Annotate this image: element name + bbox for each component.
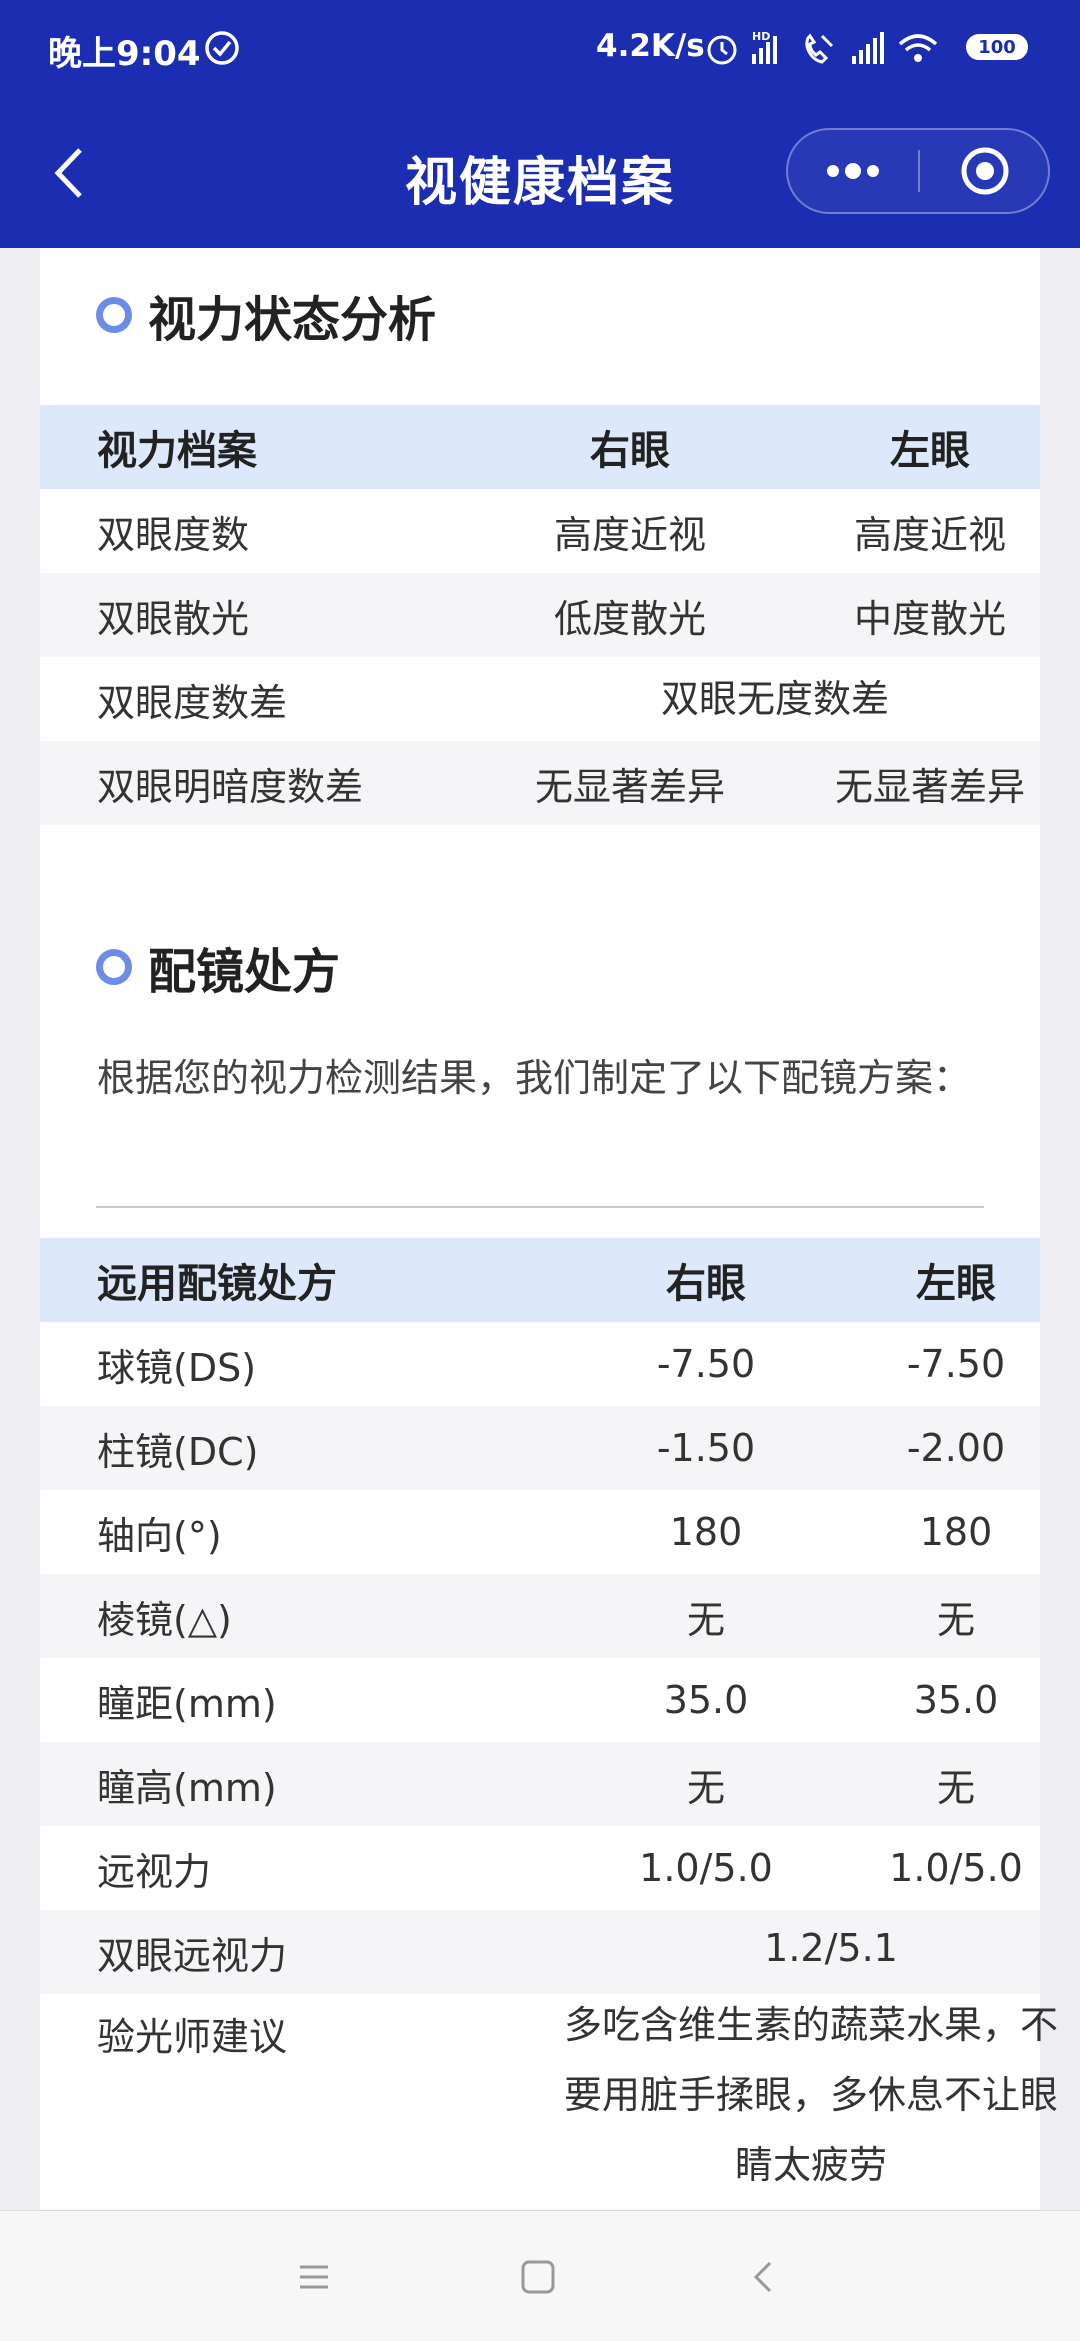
wifi-icon xyxy=(898,34,938,62)
status-time: 晚上9:04 xyxy=(48,34,201,74)
table-header-row: 远用配镜处方 右眼 左眼 xyxy=(40,1238,1040,1322)
header-cell: 右眼 xyxy=(590,428,670,474)
row-label: 双眼散光 xyxy=(97,596,250,641)
left-eye-value: 1.0/5.0 xyxy=(889,1846,1023,1890)
table-row: 瞳距(mm) 35.0 35.0 xyxy=(40,1658,1040,1742)
nav-bar: 视健康档案 xyxy=(0,98,1080,248)
back-chevron-icon[interactable] xyxy=(742,2255,786,2299)
prescription-intro: 根据您的视力检测结果，我们制定了以下配镜方案： xyxy=(97,1056,972,1100)
advice-text: 多吃含维生素的蔬菜水果，不要用脏手揉眼，多休息不让眼睛太疲劳 xyxy=(563,2003,1058,2187)
header-cell: 左眼 xyxy=(916,1261,996,1307)
left-eye-value: 无 xyxy=(936,1765,975,1810)
left-eye-value: -7.50 xyxy=(906,1342,1006,1386)
right-eye-value: 高度近视 xyxy=(553,512,706,557)
left-eye-value: 无显著差异 xyxy=(834,764,1025,809)
right-eye-value: 无显著差异 xyxy=(534,764,725,809)
table-row: 轴向(°) 180 180 xyxy=(40,1490,1040,1574)
net-speed: 4.2K/s xyxy=(596,28,705,64)
left-eye-value: 中度散光 xyxy=(853,596,1006,641)
hd-signal-icon: HD xyxy=(752,30,777,64)
table-row: 双眼远视力 1.2/5.1 xyxy=(40,1910,1040,1994)
svg-text:HD: HD xyxy=(752,30,770,43)
left-eye-value: 35.0 xyxy=(913,1678,999,1722)
row-label: 棱镜(△) xyxy=(97,1597,232,1642)
left-eye-value: 180 xyxy=(919,1510,993,1554)
alarm-icon xyxy=(707,35,737,65)
row-label: 双眼度数 xyxy=(97,512,250,557)
both-eyes-value: 双眼无度数差 xyxy=(660,676,889,721)
more-dots-icon[interactable] xyxy=(788,130,918,212)
content-card: 视力状态分析 视力档案 右眼 左眼 双眼度数 高度近视 高度近视 双眼散光 低度… xyxy=(40,248,1040,2210)
table-row: 瞳高(mm) 无 无 xyxy=(40,1742,1040,1826)
section-vision-header: 视力状态分析 xyxy=(96,280,436,350)
table-row: 远视力 1.0/5.0 1.0/5.0 xyxy=(40,1826,1040,1910)
table-row: 柱镜(DC) -1.50 -2.00 xyxy=(40,1406,1040,1490)
left-eye-value: 无 xyxy=(936,1597,975,1642)
left-eye-value: 高度近视 xyxy=(853,512,1006,557)
section-title: 配镜处方 xyxy=(148,944,341,1000)
row-label: 双眼远视力 xyxy=(97,1933,288,1978)
section-title: 视力状态分析 xyxy=(148,292,437,348)
signal-icon xyxy=(852,32,884,64)
header-cell: 左眼 xyxy=(890,428,970,474)
mini-program-capsule xyxy=(786,128,1050,214)
row-label: 柱镜(DC) xyxy=(97,1429,259,1474)
row-label: 轴向(°) xyxy=(97,1513,222,1558)
home-square-icon[interactable] xyxy=(516,2255,560,2299)
check-circle-icon xyxy=(205,31,239,65)
row-label: 瞳距(mm) xyxy=(97,1681,277,1726)
table-row: 棱镜(△) 无 无 xyxy=(40,1574,1040,1658)
section-prescription-header: 配镜处方 xyxy=(96,932,340,1002)
header-cell: 远用配镜处方 xyxy=(97,1261,337,1307)
row-label: 远视力 xyxy=(97,1849,212,1894)
system-nav-bar xyxy=(0,2210,1080,2341)
status-bar: 晚上9:04 4.2K/s HD 100 xyxy=(0,0,1080,98)
battery-icon: 100 xyxy=(966,34,1028,60)
menu-icon[interactable] xyxy=(292,2255,336,2299)
bullet-dot-icon xyxy=(96,297,132,333)
row-label: 双眼明暗度数差 xyxy=(97,764,364,809)
advice-label: 验光师建议 xyxy=(97,2015,288,2059)
call-icon xyxy=(805,33,834,64)
row-label: 球镜(DS) xyxy=(97,1345,257,1390)
row-label: 双眼度数差 xyxy=(97,680,288,725)
table-header-row: 视力档案 右眼 左眼 xyxy=(40,405,1040,489)
bullet-dot-icon xyxy=(96,949,132,985)
table-row: 双眼度数 高度近视 高度近视 xyxy=(40,489,1040,573)
status-icons: HD xyxy=(707,30,938,65)
table-row: 双眼散光 低度散光 中度散光 xyxy=(40,573,1040,657)
table-row: 球镜(DS) -7.50 -7.50 xyxy=(40,1322,1040,1406)
left-eye-value: -2.00 xyxy=(906,1426,1006,1470)
table-row: 双眼明暗度数差 无显著差异 无显著差异 xyxy=(40,741,1040,825)
row-label: 瞳高(mm) xyxy=(97,1765,277,1810)
target-close-icon[interactable] xyxy=(920,130,1050,212)
divider xyxy=(96,1206,984,1208)
right-eye-value: 低度散光 xyxy=(553,596,706,641)
table-row: 双眼度数差 双眼无度数差 xyxy=(40,657,1040,741)
both-eyes-value: 1.2/5.1 xyxy=(764,1926,898,1970)
header-cell: 视力档案 xyxy=(97,428,257,474)
